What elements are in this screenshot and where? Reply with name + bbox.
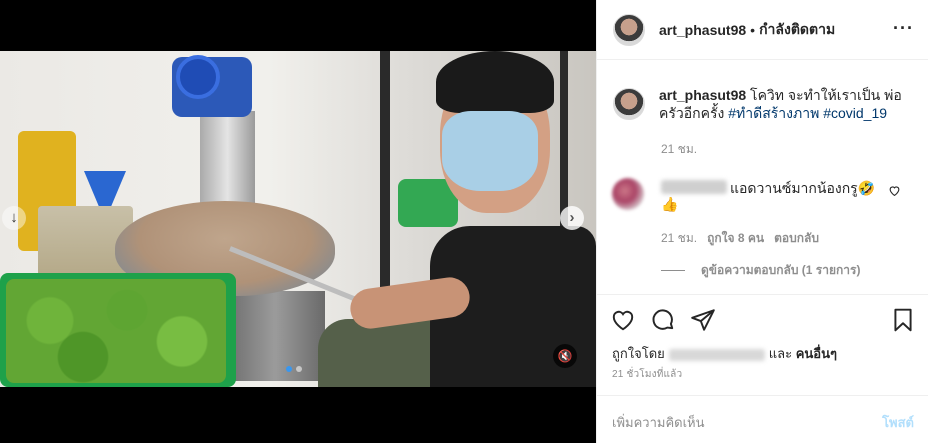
download-icon[interactable]: ↓ — [2, 206, 26, 230]
post-header: art_phasut98 • กำลังติดตาม ··· — [597, 0, 928, 60]
photo-motor-fan — [176, 55, 220, 99]
share-icon[interactable] — [690, 307, 716, 333]
header-username[interactable]: art_phasut98 — [659, 22, 746, 38]
comment-input[interactable]: เพิ่มความคิดเห็น — [612, 412, 705, 433]
caption-timestamp: 21 ชม. — [661, 142, 698, 156]
heart-icon[interactable] — [610, 307, 636, 333]
caption: art_phasut98 โควิท จะทำให้เราเป็น พ่อครั… — [613, 86, 913, 122]
comment-emoji: 👍 — [661, 196, 679, 212]
liked-by-others-link[interactable]: คนอื่นๆ — [796, 346, 837, 361]
carousel-dot-active — [286, 366, 292, 372]
carousel-dots — [286, 366, 302, 372]
reply-button[interactable]: ตอบกลับ — [774, 229, 819, 248]
action-icons — [610, 307, 916, 333]
comment-likes-link[interactable]: ถูกใจ 8 คน — [707, 229, 764, 248]
comment-meta: 21 ชม. ถูกใจ 8 คน ตอบกลับ — [661, 229, 819, 248]
avatar[interactable] — [613, 88, 645, 120]
caption-username[interactable]: art_phasut98 — [659, 87, 746, 103]
add-comment-bar: เพิ่มความคิดเห็น โพสต์ — [596, 395, 928, 443]
more-horizontal-icon[interactable]: ··· — [893, 18, 914, 39]
liked-by-suffix: และ — [768, 346, 793, 361]
replies-divider — [661, 270, 685, 271]
bookmark-icon[interactable] — [890, 307, 916, 333]
photo-bowl-base — [225, 291, 325, 381]
commenter-username-blurred[interactable] — [661, 180, 727, 194]
comment-text: แอดวานซ์มากน้องกรู🤣 — [730, 180, 876, 196]
post-photo[interactable] — [0, 51, 596, 387]
post-actions: ถูกใจโดย และ คนอื่นๆ 21 ชั่วโมงที่แล้ว เพ… — [596, 294, 928, 443]
header-separator: • — [750, 21, 756, 38]
media-viewer: ↓ › 🔇 — [0, 0, 596, 443]
hashtag-link[interactable]: #ทำดีสร้างภาพ — [728, 105, 819, 121]
liked-by: ถูกใจโดย และ คนอื่นๆ — [612, 343, 837, 364]
comment-heart-icon[interactable] — [888, 184, 901, 200]
photo-greens — [6, 279, 226, 383]
commenter-avatar[interactable] — [612, 178, 644, 210]
view-replies-button[interactable]: ดูข้อความตอบกลับ (1 รายการ) — [661, 261, 860, 280]
post-comment-button[interactable]: โพสต์ — [882, 412, 914, 433]
liked-by-prefix: ถูกใจโดย — [612, 346, 665, 361]
photo-person-hair — [436, 51, 554, 113]
comment-timestamp: 21 ชม. — [661, 231, 698, 245]
hashtag-link[interactable]: #covid_19 — [823, 105, 887, 121]
follow-status-button[interactable]: กำลังติดตาม — [759, 19, 835, 41]
next-slide-button[interactable]: › — [560, 206, 584, 230]
carousel-dot — [296, 366, 302, 372]
liked-by-user-blurred[interactable] — [668, 348, 765, 361]
avatar[interactable] — [613, 13, 645, 46]
view-replies-label[interactable]: ดูข้อความตอบกลับ (1 รายการ) — [701, 261, 860, 280]
photo-face-mask — [442, 111, 538, 191]
caption-text: art_phasut98 โควิท จะทำให้เราเป็น พ่อครั… — [659, 86, 913, 122]
mute-icon[interactable]: 🔇 — [553, 344, 577, 368]
post-timestamp[interactable]: 21 ชั่วโมงที่แล้ว — [612, 367, 682, 382]
comment-icon[interactable] — [650, 307, 676, 333]
